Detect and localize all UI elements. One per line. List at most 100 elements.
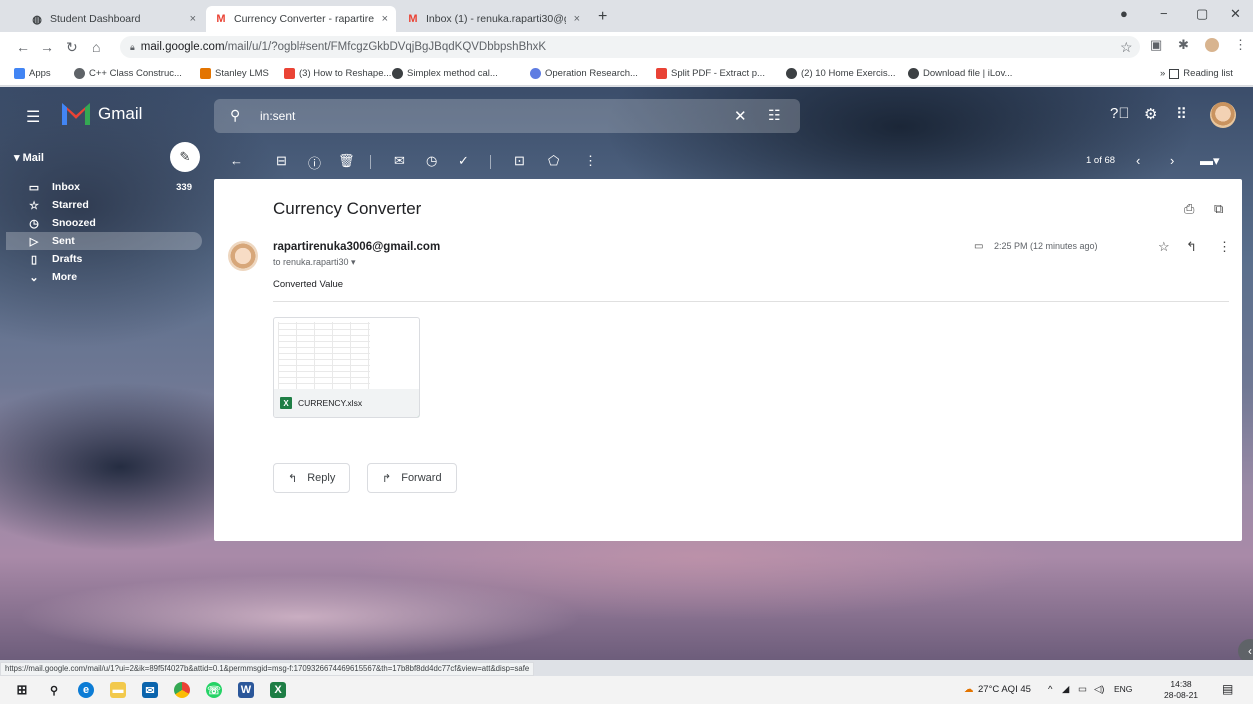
attachment-divider	[273, 301, 1229, 302]
volume-icon[interactable]: ◁)	[1094, 684, 1104, 695]
network-icon[interactable]: ◢	[1062, 684, 1069, 695]
battery-icon[interactable]: ▭	[1078, 684, 1087, 695]
tab-inbox[interactable]: M Inbox (1) - renuka.raparti30@gm ×	[398, 6, 588, 32]
reload-icon[interactable]: ↻	[66, 39, 78, 56]
search-icon[interactable]: ⚲	[46, 682, 62, 698]
url-input[interactable]: 🔒︎ mail.google.com /mail/u/1/?ogbl#sent/…	[120, 36, 1140, 58]
attachment-card[interactable]: X CURRENCY.xlsx	[273, 317, 420, 418]
gmail-m-icon	[62, 103, 90, 125]
bookmark-star-icon[interactable]: ☆	[1120, 39, 1133, 56]
home-icon[interactable]: ⌂	[92, 39, 100, 55]
reading-list-button[interactable]: » Reading list	[1160, 68, 1233, 79]
star-icon: ☆	[29, 199, 39, 212]
attachment-filename: CURRENCY.xlsx	[298, 398, 363, 408]
edge-icon[interactable]: e	[78, 682, 94, 698]
add-task-icon[interactable]: ✓	[458, 153, 469, 169]
sidebar-item-sent[interactable]: ▷ Sent	[6, 232, 202, 250]
more-options-icon[interactable]: ⋮	[584, 153, 597, 169]
excel-icon[interactable]: X	[270, 682, 286, 698]
file-explorer-icon[interactable]: ▬	[110, 682, 126, 698]
close-icon[interactable]: ×	[382, 13, 388, 25]
bookmark-splitpdf[interactable]: Split PDF - Extract p...	[656, 68, 765, 79]
gmail-icon: M	[408, 13, 418, 25]
sidebar-item-drafts[interactable]: ▯ Drafts	[6, 250, 202, 268]
snooze-icon[interactable]: ◷	[426, 153, 437, 169]
apps-grid-icon[interactable]: ⠿	[1176, 105, 1187, 123]
forward-button[interactable]: ↱ Forward	[367, 463, 457, 493]
help-icon[interactable]: ?⃝	[1110, 105, 1130, 122]
toolbar-divider	[370, 155, 371, 169]
bookmark-cpp[interactable]: C++ Class Construc...	[74, 68, 182, 79]
gmail-logo[interactable]: Gmail	[62, 103, 142, 125]
hamburger-menu-icon[interactable]: ☰	[26, 107, 40, 127]
side-panel-toggle-icon[interactable]: ‹	[1238, 639, 1253, 660]
bookmark-operation[interactable]: Operation Research...	[530, 68, 638, 79]
mail-app-icon[interactable]: ✉	[142, 682, 158, 698]
close-icon[interactable]: ×	[190, 13, 196, 25]
profile-icon[interactable]: ●	[1120, 6, 1128, 21]
move-to-icon[interactable]: ⊡	[514, 153, 525, 169]
tab-currency-converter[interactable]: M Currency Converter - rapartirenu ×	[206, 6, 396, 32]
reply-icon[interactable]: ↰	[1186, 239, 1197, 255]
word-icon[interactable]: W	[238, 682, 254, 698]
reply-button[interactable]: ↰ Reply	[273, 463, 351, 493]
mail-section-label[interactable]: ▾ Mail	[14, 151, 44, 164]
sidebar-item-starred[interactable]: ☆ Starred	[6, 196, 202, 214]
language-indicator[interactable]: ENG	[1114, 684, 1132, 694]
recipient-details[interactable]: to renuka.raparti30 ▾	[273, 257, 356, 268]
clock[interactable]: 14:38 28-08-21	[1164, 679, 1198, 701]
weather-text[interactable]: 27°C AQI 45	[978, 684, 1031, 695]
archive-icon[interactable]: ⊟	[276, 153, 287, 169]
bookmark-youtube[interactable]: (3) How to Reshape...	[284, 68, 391, 79]
maximize-icon[interactable]: ▢	[1196, 6, 1208, 22]
delete-icon[interactable]: 🗑︎	[338, 153, 355, 169]
settings-gear-icon[interactable]: ⚙	[1144, 105, 1157, 123]
close-window-icon[interactable]: ✕	[1230, 6, 1241, 22]
compose-pencil-icon[interactable]: ✎	[170, 142, 200, 172]
newer-icon[interactable]: ‹	[1136, 153, 1140, 168]
search-icon[interactable]: ⚲	[230, 107, 240, 124]
whatsapp-icon[interactable]: ☏	[206, 682, 222, 698]
bookmark-exercise[interactable]: (2) 10 Home Exercis...	[786, 68, 896, 79]
older-icon[interactable]: ›	[1170, 153, 1174, 168]
more-vert-icon[interactable]: ⋮	[1218, 239, 1231, 255]
input-tools-icon[interactable]: ▬▾	[1200, 153, 1220, 169]
bookmark-simplex[interactable]: Simplex method cal...	[392, 68, 498, 79]
back-icon[interactable]: ←	[16, 39, 30, 55]
pdf-icon	[656, 68, 667, 79]
bookmark-download[interactable]: Download file | iLov...	[908, 68, 1012, 79]
label-icon[interactable]: ⬠	[548, 153, 559, 169]
puzzle-icon[interactable]: ✱	[1178, 37, 1189, 53]
profile-avatar-icon[interactable]	[1205, 38, 1219, 52]
minimize-icon[interactable]: −	[1160, 6, 1168, 21]
print-icon[interactable]: ⎙	[1184, 201, 1194, 217]
forward-icon[interactable]: →	[40, 39, 54, 55]
sender-email[interactable]: rapartirenuka3006@gmail.com	[273, 241, 440, 253]
star-icon[interactable]: ☆	[1158, 239, 1170, 255]
search-input[interactable]: ⚲ in:sent ✕ ☷	[214, 99, 800, 133]
report-spam-icon[interactable]: ⓘ	[308, 153, 321, 172]
chrome-icon[interactable]	[174, 682, 190, 698]
mark-unread-icon[interactable]: ✉	[394, 153, 405, 169]
close-icon[interactable]: ×	[574, 13, 580, 25]
account-avatar[interactable]	[1210, 102, 1236, 128]
bookmark-stanley[interactable]: Stanley LMS	[200, 68, 269, 79]
bookmark-apps[interactable]: Apps	[14, 68, 51, 79]
sidebar-item-snoozed[interactable]: ◷ Snoozed	[6, 214, 202, 232]
tab-student-dashboard[interactable]: ◍ Student Dashboard ×	[22, 6, 204, 32]
sidebar-item-more[interactable]: ⌄ More	[6, 268, 202, 286]
weather-icon[interactable]: ☁	[964, 684, 974, 695]
clear-search-icon[interactable]: ✕	[734, 107, 747, 125]
search-value: in:sent	[260, 109, 296, 123]
menu-icon[interactable]: ⋮	[1234, 37, 1247, 53]
extension-icon[interactable]: ▣	[1150, 37, 1162, 53]
windows-start-icon[interactable]: ⊞	[14, 682, 30, 698]
notification-icon[interactable]: ▤	[1222, 682, 1233, 696]
open-new-window-icon[interactable]: ⧉	[1214, 201, 1223, 217]
new-tab-button[interactable]: +	[598, 8, 607, 26]
tab-title: Inbox (1) - renuka.raparti30@gm	[426, 13, 566, 25]
sidebar-item-inbox[interactable]: ▭ Inbox 339	[6, 178, 202, 196]
tray-chevron-up-icon[interactable]: ^	[1048, 684, 1052, 695]
back-to-list-icon[interactable]: ←	[230, 153, 243, 168]
search-options-icon[interactable]: ☷	[768, 107, 781, 124]
